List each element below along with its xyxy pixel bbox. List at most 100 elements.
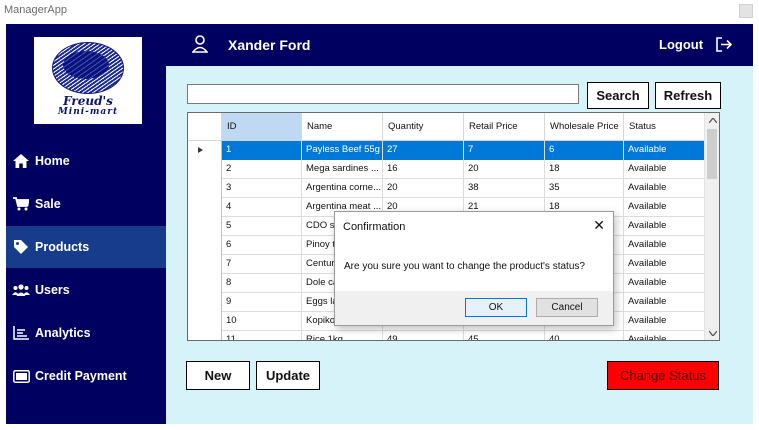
sidebar-item-home[interactable]: Home (6, 140, 166, 182)
cell-name[interactable]: Argentina corne... (302, 179, 383, 198)
update-button[interactable]: Update (256, 361, 320, 390)
ok-button[interactable]: OK (465, 298, 527, 317)
sidebar-item-label: Home (35, 154, 70, 168)
cell-status[interactable]: Available (624, 141, 706, 160)
cell-name[interactable]: Payless Beef 55g (302, 141, 383, 160)
refresh-button[interactable]: Refresh (655, 82, 721, 109)
cell-quantity[interactable]: 16 (383, 160, 464, 179)
cell-retail-price[interactable]: 20 (464, 160, 545, 179)
cell-status[interactable]: Available (624, 331, 706, 340)
cell-id[interactable]: 7 (222, 255, 302, 274)
cell-quantity[interactable]: 27 (383, 141, 464, 160)
row-header[interactable] (188, 255, 222, 274)
brand-tagline: Mini-mart (57, 107, 119, 117)
row-header[interactable] (188, 236, 222, 255)
table-row[interactable]: 1 Payless Beef 55g 27 7 6 Available (188, 141, 706, 160)
scroll-up-icon[interactable] (705, 113, 719, 127)
cell-id[interactable]: 4 (222, 198, 302, 217)
cell-retail-price[interactable]: 7 (464, 141, 545, 160)
sidebar-item-sale[interactable]: Sale (6, 183, 166, 225)
cell-status[interactable]: Available (624, 255, 706, 274)
row-header[interactable] (188, 217, 222, 236)
top-header: Xander Ford Logout (166, 24, 753, 66)
cell-id[interactable]: 10 (222, 312, 302, 331)
table-row[interactable]: 2 Mega sardines ... 16 20 18 Available (188, 160, 706, 179)
sidebar-item-products[interactable]: Products (6, 226, 166, 268)
cell-status[interactable]: Available (624, 236, 706, 255)
cell-name[interactable]: Rice 1kg (302, 331, 383, 340)
sidebar: Freud's Mini-mart Home Sale Products Use… (6, 24, 166, 424)
table-header: ID Name Quantity Retail Price Wholesale … (188, 113, 706, 141)
row-header-corner (188, 113, 222, 141)
cell-status[interactable]: Available (624, 160, 706, 179)
row-header[interactable] (188, 293, 222, 312)
window-control-button[interactable] (739, 4, 753, 18)
close-icon[interactable]: ✕ (593, 217, 605, 234)
row-header[interactable] (188, 179, 222, 198)
cell-id[interactable]: 8 (222, 274, 302, 293)
cell-status[interactable]: Available (624, 198, 706, 217)
column-header-quantity[interactable]: Quantity (383, 113, 464, 141)
globe-logo-icon (52, 42, 124, 94)
cell-status[interactable]: Available (624, 217, 706, 236)
username-label: Xander Ford (228, 37, 311, 53)
row-header[interactable] (188, 312, 222, 331)
sidebar-item-label: Analytics (35, 326, 91, 340)
cell-wholesale-price[interactable]: 18 (545, 160, 624, 179)
cell-wholesale-price[interactable]: 35 (545, 179, 624, 198)
brand-logo: Freud's Mini-mart (34, 37, 142, 124)
cell-retail-price[interactable]: 38 (464, 179, 545, 198)
cell-id[interactable]: 1 (222, 141, 302, 160)
user-icon (191, 35, 209, 58)
search-input[interactable] (187, 84, 579, 104)
scroll-down-icon[interactable] (705, 326, 719, 340)
cell-quantity[interactable]: 20 (383, 179, 464, 198)
cell-quantity[interactable]: 49 (383, 331, 464, 340)
table-row[interactable]: 3 Argentina corne... 20 38 35 Available (188, 179, 706, 198)
logout-icon[interactable] (716, 37, 733, 57)
cell-status[interactable]: Available (624, 179, 706, 198)
sidebar-item-analytics[interactable]: Analytics (6, 312, 166, 354)
sidebar-item-users[interactable]: Users (6, 269, 166, 311)
cell-id[interactable]: 9 (222, 293, 302, 312)
row-header[interactable] (188, 274, 222, 293)
credit-card-icon (11, 369, 31, 383)
analytics-icon (11, 326, 31, 340)
dialog-title: Confirmation (343, 221, 406, 233)
sidebar-item-label: Credit Payment (35, 369, 127, 383)
column-header-status[interactable]: Status (624, 113, 706, 141)
cell-id[interactable]: 5 (222, 217, 302, 236)
cell-id[interactable]: 6 (222, 236, 302, 255)
cell-status[interactable]: Available (624, 312, 706, 331)
sidebar-item-credit-payment[interactable]: Credit Payment (6, 355, 166, 397)
cart-icon (11, 197, 31, 211)
cancel-button[interactable]: Cancel (536, 298, 598, 317)
column-header-retail-price[interactable]: Retail Price (464, 113, 545, 141)
row-header[interactable] (188, 141, 222, 160)
home-icon (11, 154, 31, 168)
sidebar-item-label: Products (35, 240, 90, 254)
table-row[interactable]: 11 Rice 1kg 49 45 40 Available (188, 331, 706, 340)
column-header-wholesale-price[interactable]: Wholesale Price (545, 113, 624, 141)
scrollbar-thumb[interactable] (707, 129, 717, 179)
cell-wholesale-price[interactable]: 6 (545, 141, 624, 160)
cell-retail-price[interactable]: 45 (464, 331, 545, 340)
new-button[interactable]: New (186, 361, 250, 390)
change-status-button[interactable]: Change Status (607, 361, 719, 390)
logout-link[interactable]: Logout (659, 37, 703, 52)
column-header-name[interactable]: Name (302, 113, 383, 141)
table-scrollbar[interactable] (704, 113, 719, 340)
cell-status[interactable]: Available (624, 274, 706, 293)
column-header-id[interactable]: ID (222, 113, 302, 141)
cell-name[interactable]: Mega sardines ... (302, 160, 383, 179)
row-header[interactable] (188, 198, 222, 217)
cell-id[interactable]: 11 (222, 331, 302, 340)
window-title: ManagerApp (4, 4, 67, 16)
row-header[interactable] (188, 160, 222, 179)
cell-wholesale-price[interactable]: 40 (545, 331, 624, 340)
row-header[interactable] (188, 331, 222, 340)
cell-id[interactable]: 2 (222, 160, 302, 179)
search-button[interactable]: Search (587, 82, 649, 109)
cell-id[interactable]: 3 (222, 179, 302, 198)
cell-status[interactable]: Available (624, 293, 706, 312)
